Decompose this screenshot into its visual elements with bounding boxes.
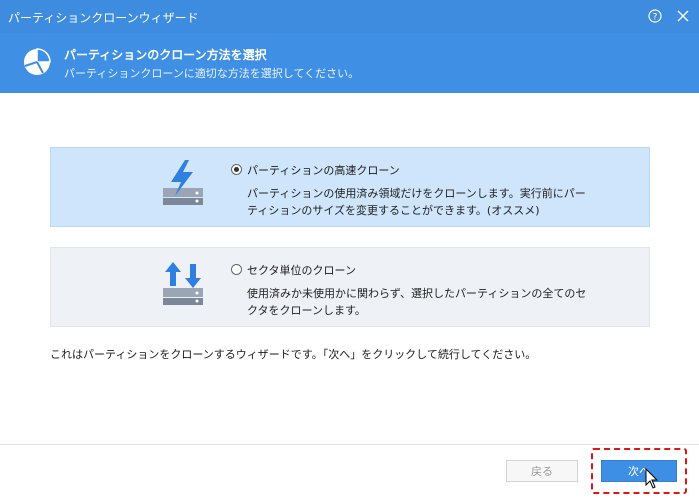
wizard-header: パーティションのクローン方法を選択 パーティションクローンに適切な方法を選択して… — [0, 33, 699, 93]
next-button-highlight — [591, 448, 687, 494]
window-title: パーティションクローンウィザード — [8, 11, 199, 25]
close-icon[interactable] — [672, 5, 694, 27]
radio-fast-clone[interactable] — [231, 164, 242, 175]
title-bar: パーティションクローンウィザード ? — [0, 0, 699, 33]
header-subtitle: パーティションクローンに適切な方法を選択してください。 — [64, 67, 360, 80]
mouse-cursor-icon — [645, 467, 659, 490]
pie-chart-icon — [21, 46, 53, 78]
help-circle-icon[interactable]: ? — [644, 5, 666, 27]
option-fast-clone-label[interactable]: パーティションの高速クローン — [247, 162, 400, 178]
header-title: パーティションのクローン方法を選択 — [64, 48, 267, 62]
lightning-disk-icon — [161, 158, 207, 206]
option-sector-clone[interactable]: セクタ単位のクローン 使用済みか未使用かに関わらず、選択したパーティションの全て… — [50, 247, 650, 327]
svg-text:?: ? — [653, 13, 658, 23]
wizard-note: これはパーティションをクローンするウィザードです。「次へ」をクリックして続行して… — [50, 348, 537, 361]
footer-divider — [0, 444, 699, 445]
option-fast-clone-description: パーティションの使用済み領域だけをクローンします。実行前にパーティションのサイズ… — [247, 187, 586, 217]
option-sector-clone-label[interactable]: セクタ単位のクローン — [247, 262, 356, 278]
option-sector-clone-description: 使用済みか未使用かに関わらず、選択したパーティションの全てのセクタをクローンしま… — [247, 287, 587, 317]
back-button[interactable]: 戻る — [506, 460, 578, 482]
option-fast-clone[interactable]: パーティションの高速クローン パーティションの使用済み領域だけをクローンします。… — [50, 147, 650, 227]
radio-sector-clone[interactable] — [231, 264, 242, 275]
transfer-disk-icon — [161, 258, 207, 306]
